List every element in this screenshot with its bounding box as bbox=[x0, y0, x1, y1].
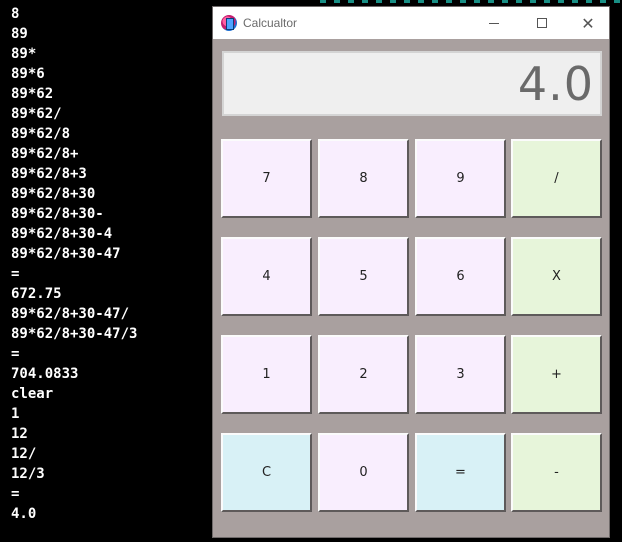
console-line: 12 bbox=[11, 426, 28, 442]
close-button[interactable]: ✕ bbox=[565, 7, 611, 39]
calculator-window: Calcualtor ✕ 4.0 7 8 9 / 4 5 6 X 1 2 3 +… bbox=[212, 6, 610, 538]
console-line: 89*62/8+30-47/3 bbox=[11, 326, 138, 342]
console-line: 89*6 bbox=[11, 66, 45, 82]
calculator-app-icon bbox=[221, 15, 237, 31]
key-divide[interactable]: / bbox=[511, 139, 602, 218]
key-6[interactable]: 6 bbox=[415, 237, 506, 316]
key-9[interactable]: 9 bbox=[415, 139, 506, 218]
decorative-divider bbox=[320, 0, 620, 3]
key-3[interactable]: 3 bbox=[415, 335, 506, 414]
key-0[interactable]: 0 bbox=[318, 433, 409, 512]
console-line: 672.75 bbox=[11, 286, 62, 302]
key-multiply[interactable]: X bbox=[511, 237, 602, 316]
console-line: 4.0 bbox=[11, 506, 37, 522]
console-line: clear bbox=[11, 386, 54, 402]
console-line: 89*62/8+30-47/ bbox=[11, 306, 130, 322]
console-line: = bbox=[11, 266, 20, 282]
key-7[interactable]: 7 bbox=[221, 139, 312, 218]
console-line: 89*62/8+30- bbox=[11, 206, 104, 222]
console-line: 89* bbox=[11, 46, 37, 62]
key-2[interactable]: 2 bbox=[318, 335, 409, 414]
console-line: 704.0833 bbox=[11, 366, 79, 382]
console-line: 89*62/8+30 bbox=[11, 186, 96, 202]
console-line: 8 bbox=[11, 6, 20, 22]
console-line: 89*62/8+3 bbox=[11, 166, 87, 182]
minimize-icon bbox=[489, 22, 499, 24]
console-line: 89 bbox=[11, 26, 28, 42]
console-line: = bbox=[11, 346, 20, 362]
console-line: 12/ bbox=[11, 446, 37, 462]
minimize-button[interactable] bbox=[471, 7, 517, 39]
key-subtract[interactable]: - bbox=[511, 433, 602, 512]
console-line: 89*62/8+30-4 bbox=[11, 226, 113, 242]
key-clear[interactable]: C bbox=[221, 433, 312, 512]
key-equals[interactable]: = bbox=[415, 433, 506, 512]
key-8[interactable]: 8 bbox=[318, 139, 409, 218]
console-line: 1 bbox=[11, 406, 20, 422]
key-4[interactable]: 4 bbox=[221, 237, 312, 316]
display-value: 4.0 bbox=[517, 56, 594, 111]
title-bar[interactable]: Calcualtor ✕ bbox=[213, 7, 609, 39]
result-display: 4.0 bbox=[222, 51, 602, 116]
console-line: = bbox=[11, 486, 20, 502]
console-line: 89*62/8+30-47 bbox=[11, 246, 121, 262]
close-icon: ✕ bbox=[581, 13, 595, 33]
console-output: 8 89 89* 89*6 89*62 89*62/ 89*62/8 89*62… bbox=[0, 0, 212, 542]
key-5[interactable]: 5 bbox=[318, 237, 409, 316]
maximize-button[interactable] bbox=[519, 7, 565, 39]
key-1[interactable]: 1 bbox=[221, 335, 312, 414]
console-line: 89*62/ bbox=[11, 106, 62, 122]
maximize-icon bbox=[537, 18, 547, 28]
console-line: 12/3 bbox=[11, 466, 45, 482]
key-add[interactable]: + bbox=[511, 335, 602, 414]
window-title: Calcualtor bbox=[243, 16, 298, 30]
console-line: 89*62 bbox=[11, 86, 54, 102]
console-line: 89*62/8+ bbox=[11, 146, 79, 162]
console-line: 89*62/8 bbox=[11, 126, 71, 142]
